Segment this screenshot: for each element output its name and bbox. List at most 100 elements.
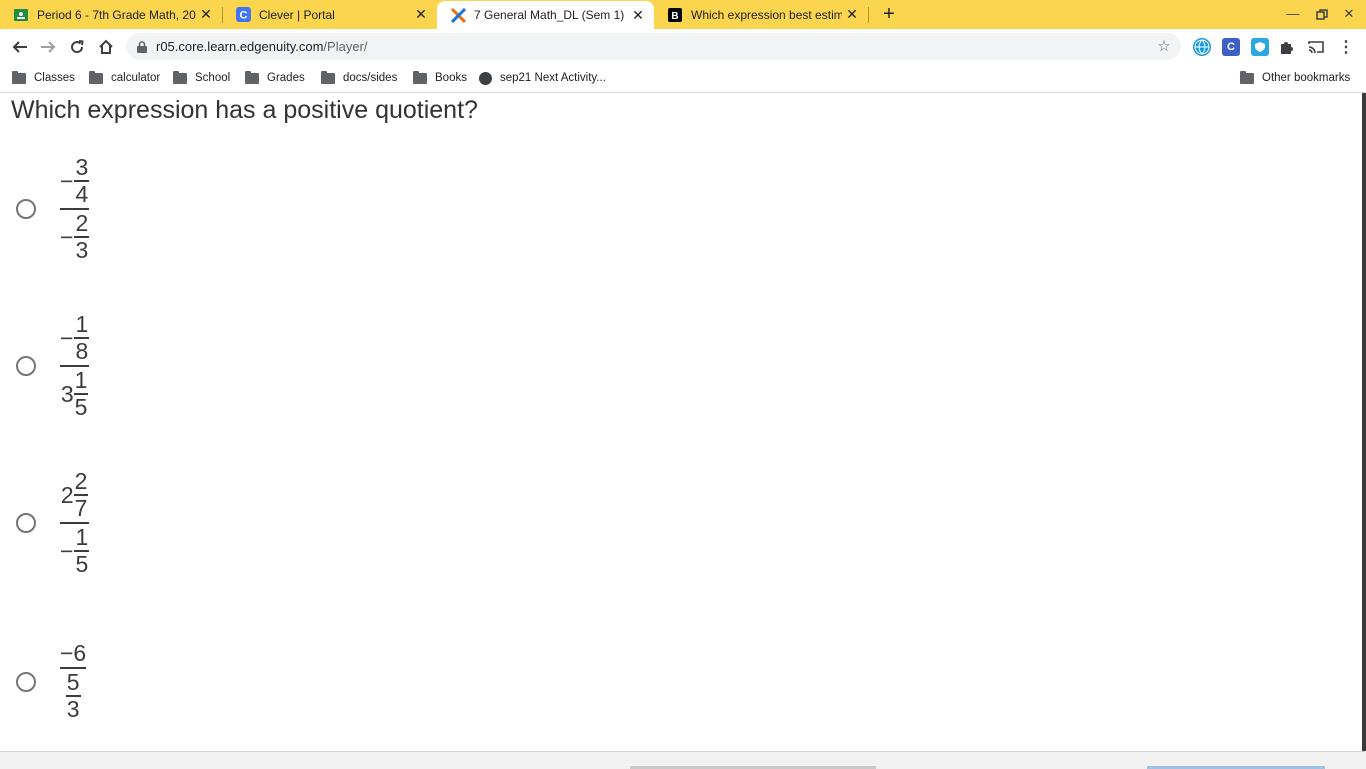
bookmark-next-activity[interactable]: sep21 Next Activity... bbox=[479, 69, 606, 87]
simple-fraction: 1 5 bbox=[73, 367, 89, 420]
cast-icon[interactable] bbox=[1307, 38, 1325, 56]
bookmark-school[interactable]: School bbox=[173, 69, 230, 87]
bookmarks-bar: Classes calculator School Grades docs/si… bbox=[0, 64, 1366, 93]
restore-icon[interactable] bbox=[1313, 6, 1331, 24]
answer-option-1[interactable]: − 3 4 − 2 3 bbox=[16, 154, 90, 263]
browser-toolbar: r05.core.learn.edgenuity.com/Player/ ☆ C… bbox=[0, 29, 1366, 64]
whole-number: 2 bbox=[60, 481, 74, 508]
tab-separator bbox=[868, 7, 869, 23]
fraction-denominator: 5 3 bbox=[65, 669, 81, 722]
kebab-menu-icon[interactable]: ⋮ bbox=[1337, 38, 1355, 56]
simple-fraction: 2 3 bbox=[74, 210, 90, 262]
answer-option-4[interactable]: −6 5 3 bbox=[16, 641, 87, 722]
bookmark-label: Books bbox=[435, 72, 467, 84]
minus-sign: − bbox=[60, 324, 74, 351]
fraction-num: 1 bbox=[75, 524, 89, 550]
tab-title: 7 General Math_DL (Sem 1) PS:1 bbox=[474, 8, 628, 22]
extension-globe-icon[interactable] bbox=[1193, 38, 1211, 56]
bookmark-label: sep21 Next Activity... bbox=[500, 72, 606, 84]
puzzle-icon[interactable] bbox=[1278, 38, 1296, 56]
simple-fraction: 2 7 bbox=[73, 470, 89, 521]
complex-fraction: 2 2 7 − 1 5 bbox=[60, 469, 90, 577]
fraction-den: 5 bbox=[75, 551, 89, 577]
radio-button[interactable] bbox=[16, 671, 36, 692]
tab-clever[interactable]: C Clever | Portal ✕ bbox=[222, 0, 437, 29]
url-path: /Player/ bbox=[323, 39, 368, 54]
simple-fraction: 1 8 bbox=[74, 311, 90, 363]
fraction-den: 5 bbox=[74, 394, 88, 420]
classroom-icon bbox=[13, 7, 29, 23]
tab-edgenuity[interactable]: 7 General Math_DL (Sem 1) PS:1 ✕ bbox=[437, 1, 654, 29]
bookmark-label: calculator bbox=[111, 72, 161, 84]
minimize-icon[interactable]: — bbox=[1284, 6, 1302, 24]
bookmark-label: School bbox=[195, 72, 231, 84]
bookmark-books[interactable]: Books bbox=[413, 69, 467, 87]
reload-icon[interactable] bbox=[65, 35, 89, 59]
radio-button[interactable] bbox=[16, 356, 36, 376]
tab-title: Period 6 - 7th Grade Math, 2020- bbox=[37, 7, 196, 22]
folder-icon bbox=[245, 70, 259, 84]
folder-icon bbox=[321, 70, 335, 84]
whole-number: 3 bbox=[60, 380, 74, 407]
fraction-numerator: − 1 8 bbox=[60, 311, 90, 364]
fraction-num: 1 bbox=[74, 367, 88, 393]
minus-sign: − bbox=[60, 167, 74, 194]
forward-icon[interactable] bbox=[36, 35, 60, 59]
star-icon[interactable]: ☆ bbox=[1155, 38, 1173, 56]
fraction-den: 4 bbox=[75, 181, 89, 207]
fraction-num: 3 bbox=[75, 154, 89, 180]
bookmark-grades[interactable]: Grades bbox=[245, 69, 305, 87]
new-tab-icon[interactable]: + bbox=[879, 4, 899, 24]
bookmark-label: docs/sides bbox=[343, 72, 398, 84]
close-icon[interactable]: ✕ bbox=[411, 6, 431, 23]
fraction-num: 1 bbox=[75, 311, 89, 337]
clever-icon: C bbox=[235, 7, 251, 23]
bookmark-label: Grades bbox=[267, 72, 305, 84]
player-footer bbox=[0, 751, 1366, 769]
close-icon[interactable]: ✕ bbox=[196, 6, 216, 23]
radio-button[interactable] bbox=[16, 513, 36, 533]
brainly-icon: B bbox=[667, 7, 683, 23]
complex-fraction: − 3 4 − 2 3 bbox=[60, 154, 90, 263]
tab-strip: Period 6 - 7th Grade Math, 2020- ✕ C Cle… bbox=[0, 0, 1366, 29]
minus-sign: − bbox=[60, 537, 74, 564]
minus-sign: − bbox=[60, 223, 74, 250]
url-host: r05.core.learn.edgenuity.com bbox=[156, 39, 324, 54]
lock-icon[interactable] bbox=[136, 40, 148, 54]
answer-option-3[interactable]: 2 2 7 − 1 5 bbox=[16, 469, 90, 577]
fraction-den: 7 bbox=[74, 495, 88, 521]
bookmark-calculator[interactable]: calculator bbox=[89, 69, 160, 87]
vertical-scrollbar[interactable] bbox=[1362, 93, 1366, 751]
folder-icon bbox=[1240, 70, 1254, 84]
close-icon[interactable]: ✕ bbox=[842, 6, 862, 23]
simple-fraction: 3 4 bbox=[74, 154, 90, 207]
home-icon[interactable] bbox=[94, 35, 118, 59]
answer-option-2[interactable]: − 1 8 3 1 5 bbox=[16, 311, 90, 420]
clever-extension-icon[interactable]: C bbox=[1222, 38, 1240, 56]
svg-text:C: C bbox=[239, 10, 247, 22]
back-icon[interactable] bbox=[8, 35, 32, 59]
folder-icon bbox=[12, 70, 26, 84]
question-text: Which expression has a positive quotient… bbox=[11, 96, 478, 124]
folder-icon bbox=[173, 70, 187, 84]
close-icon[interactable]: ✕ bbox=[628, 7, 648, 24]
address-bar[interactable]: r05.core.learn.edgenuity.com/Player/ ☆ bbox=[126, 33, 1181, 60]
simple-fraction: 1 5 bbox=[74, 524, 90, 577]
fraction-denominator: − 2 3 bbox=[60, 210, 90, 263]
svg-text:B: B bbox=[671, 11, 678, 22]
tab-classroom[interactable]: Period 6 - 7th Grade Math, 2020- ✕ bbox=[0, 0, 222, 29]
fraction-num: 5 bbox=[66, 669, 80, 695]
shield-extension-icon[interactable] bbox=[1251, 38, 1269, 56]
bookmark-docs-sides[interactable]: docs/sides bbox=[321, 69, 397, 87]
bookmark-classes[interactable]: Classes bbox=[12, 69, 75, 87]
close-window-icon[interactable]: ✕ bbox=[1340, 6, 1358, 24]
globe-icon bbox=[479, 71, 492, 85]
fraction-num: 2 bbox=[75, 210, 89, 236]
tab-brainly[interactable]: B Which expression best estimate ✕ bbox=[654, 0, 868, 29]
radio-button[interactable] bbox=[16, 199, 36, 219]
page-content: Which expression has a positive quotient… bbox=[0, 93, 1362, 751]
simple-fraction: 5 3 bbox=[65, 669, 81, 721]
edgenuity-icon bbox=[450, 7, 466, 23]
bookmark-other[interactable]: Other bookmarks bbox=[1240, 69, 1350, 87]
complex-fraction: − 1 8 3 1 5 bbox=[60, 311, 90, 420]
